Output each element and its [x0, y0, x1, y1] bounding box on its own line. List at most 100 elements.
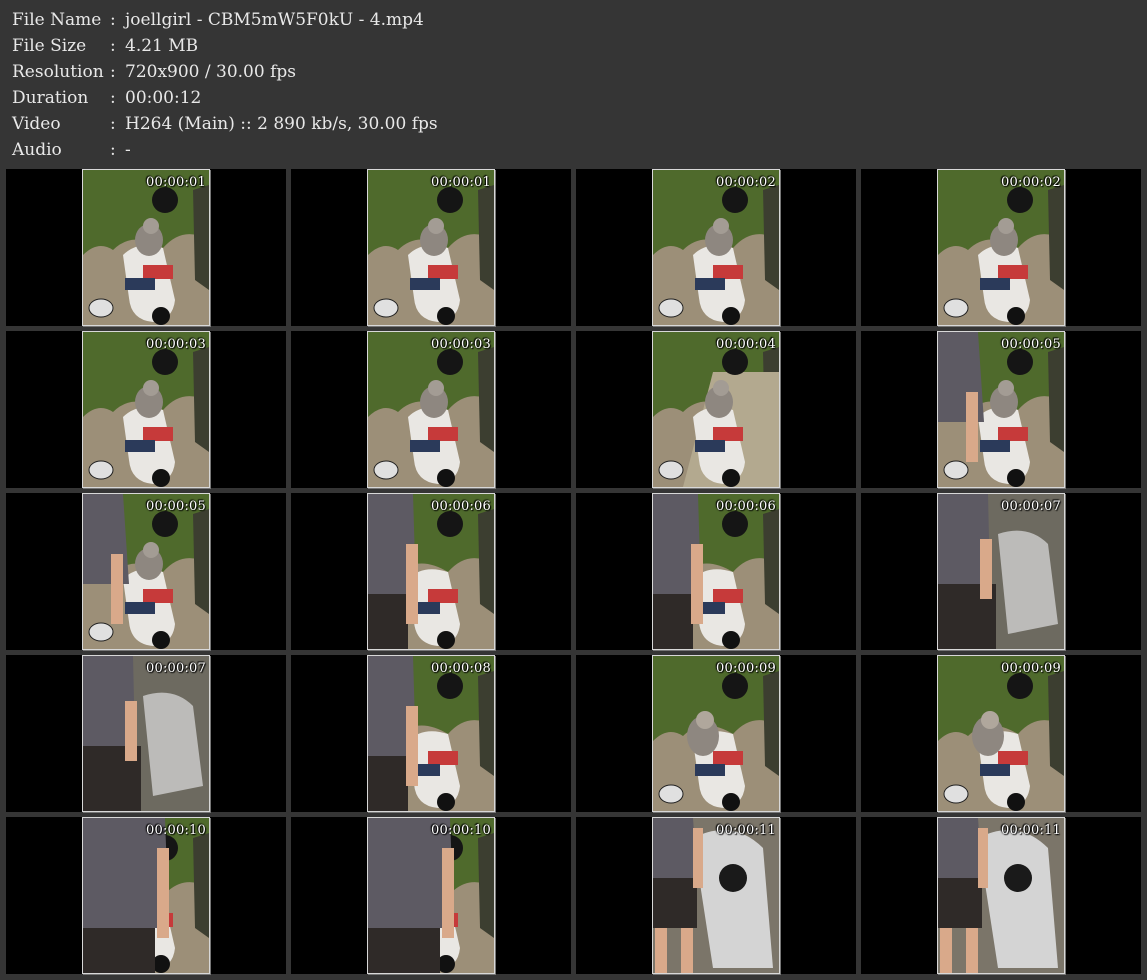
video-frame-thumbnail: 00:00:03	[82, 331, 210, 488]
thumbnail-cell: 00:00:06	[291, 493, 571, 650]
frame-image	[653, 494, 779, 649]
info-value: joellgirl - CBM5mW5F0kU - 4.mp4	[125, 10, 424, 30]
info-value: 720x900 / 30.00 fps	[125, 62, 296, 82]
frame-timestamp: 00:00:07	[146, 661, 206, 676]
frame-image	[938, 170, 1064, 325]
frame-timestamp: 00:00:04	[716, 337, 776, 352]
video-frame-thumbnail: 00:00:11	[652, 817, 780, 974]
frame-image	[368, 818, 494, 973]
frame-image	[653, 170, 779, 325]
frame-timestamp: 00:00:05	[1001, 337, 1061, 352]
thumbnail-cell: 00:00:02	[861, 169, 1141, 326]
thumbnail-cell: 00:00:03	[6, 331, 286, 488]
info-row-video: Video : H264 (Main) :: 2 890 kb/s, 30.00…	[12, 111, 1132, 137]
frame-timestamp: 00:00:06	[431, 499, 491, 514]
frame-image	[368, 332, 494, 487]
video-frame-thumbnail: 00:00:09	[652, 655, 780, 812]
thumbnail-cell: 00:00:02	[576, 169, 856, 326]
frame-image	[83, 494, 209, 649]
thumbnail-cell: 00:00:05	[6, 493, 286, 650]
video-frame-thumbnail: 00:00:01	[82, 169, 210, 326]
video-frame-thumbnail: 00:00:07	[82, 655, 210, 812]
frame-image	[653, 332, 779, 487]
thumbnail-cell: 00:00:07	[861, 493, 1141, 650]
video-frame-thumbnail: 00:00:10	[82, 817, 210, 974]
frame-image	[83, 656, 209, 811]
thumbnail-cell: 00:00:06	[576, 493, 856, 650]
info-separator: :	[110, 62, 116, 82]
thumbnail-cell: 00:00:11	[576, 817, 856, 974]
thumbnail-cell: 00:00:03	[291, 331, 571, 488]
frame-timestamp: 00:00:10	[146, 823, 206, 838]
frame-timestamp: 00:00:06	[716, 499, 776, 514]
thumbnail-grid: 00:00:01 00:00:01 00:00:02 00:00:02 00:0…	[6, 169, 1141, 974]
video-frame-thumbnail: 00:00:06	[652, 493, 780, 650]
info-value: H264 (Main) :: 2 890 kb/s, 30.00 fps	[125, 114, 438, 134]
frame-image	[938, 656, 1064, 811]
video-frame-thumbnail: 00:00:02	[937, 169, 1065, 326]
frame-timestamp: 00:00:03	[431, 337, 491, 352]
frame-timestamp: 00:00:02	[1001, 175, 1061, 190]
frame-image	[83, 170, 209, 325]
video-frame-thumbnail: 00:00:06	[367, 493, 495, 650]
info-separator: :	[110, 140, 116, 160]
info-value: -	[125, 140, 131, 160]
info-row-duration: Duration : 00:00:12	[12, 85, 1132, 111]
video-frame-thumbnail: 00:00:09	[937, 655, 1065, 812]
info-row-resolution: Resolution : 720x900 / 30.00 fps	[12, 59, 1132, 85]
info-value: 4.21 MB	[125, 36, 199, 56]
frame-timestamp: 00:00:11	[716, 823, 776, 838]
frame-image	[368, 170, 494, 325]
file-info-panel: File Name : joellgirl - CBM5mW5F0kU - 4.…	[12, 7, 1132, 163]
frame-timestamp: 00:00:01	[431, 175, 491, 190]
info-separator: :	[110, 10, 116, 30]
info-value: 00:00:12	[125, 88, 202, 108]
thumbnail-cell: 00:00:04	[576, 331, 856, 488]
video-frame-thumbnail: 00:00:02	[652, 169, 780, 326]
info-row-file-name: File Name : joellgirl - CBM5mW5F0kU - 4.…	[12, 7, 1132, 33]
thumbnail-cell: 00:00:05	[861, 331, 1141, 488]
video-frame-thumbnail: 00:00:04	[652, 331, 780, 488]
thumbnail-cell: 00:00:07	[6, 655, 286, 812]
frame-timestamp: 00:00:01	[146, 175, 206, 190]
thumbnail-cell: 00:00:11	[861, 817, 1141, 974]
video-frame-thumbnail: 00:00:11	[937, 817, 1065, 974]
frame-image	[83, 332, 209, 487]
frame-image	[368, 494, 494, 649]
video-frame-thumbnail: 00:00:05	[82, 493, 210, 650]
thumbnail-cell: 00:00:01	[6, 169, 286, 326]
frame-timestamp: 00:00:02	[716, 175, 776, 190]
frame-image	[938, 494, 1064, 649]
frame-timestamp: 00:00:09	[1001, 661, 1061, 676]
frame-image	[368, 656, 494, 811]
thumbnail-cell: 00:00:09	[576, 655, 856, 812]
info-row-file-size: File Size : 4.21 MB	[12, 33, 1132, 59]
video-frame-thumbnail: 00:00:01	[367, 169, 495, 326]
frame-image	[653, 656, 779, 811]
video-frame-thumbnail: 00:00:05	[937, 331, 1065, 488]
info-label: Audio	[12, 140, 62, 160]
frame-timestamp: 00:00:07	[1001, 499, 1061, 514]
frame-image	[653, 818, 779, 973]
frame-timestamp: 00:00:09	[716, 661, 776, 676]
frame-timestamp: 00:00:05	[146, 499, 206, 514]
info-separator: :	[110, 88, 116, 108]
info-separator: :	[110, 114, 116, 134]
frame-image	[938, 332, 1064, 487]
thumbnail-cell: 00:00:09	[861, 655, 1141, 812]
info-label: Duration	[12, 88, 89, 108]
frame-timestamp: 00:00:08	[431, 661, 491, 676]
info-separator: :	[110, 36, 116, 56]
thumbnail-cell: 00:00:10	[6, 817, 286, 974]
frame-timestamp: 00:00:03	[146, 337, 206, 352]
thumbnail-cell: 00:00:10	[291, 817, 571, 974]
frame-image	[83, 818, 209, 973]
frame-timestamp: 00:00:10	[431, 823, 491, 838]
video-frame-thumbnail: 00:00:08	[367, 655, 495, 812]
video-frame-thumbnail: 00:00:10	[367, 817, 495, 974]
info-label: Resolution	[12, 62, 104, 82]
frame-image	[938, 818, 1064, 973]
info-label: File Size	[12, 36, 87, 56]
frame-timestamp: 00:00:11	[1001, 823, 1061, 838]
info-label: File Name	[12, 10, 102, 30]
